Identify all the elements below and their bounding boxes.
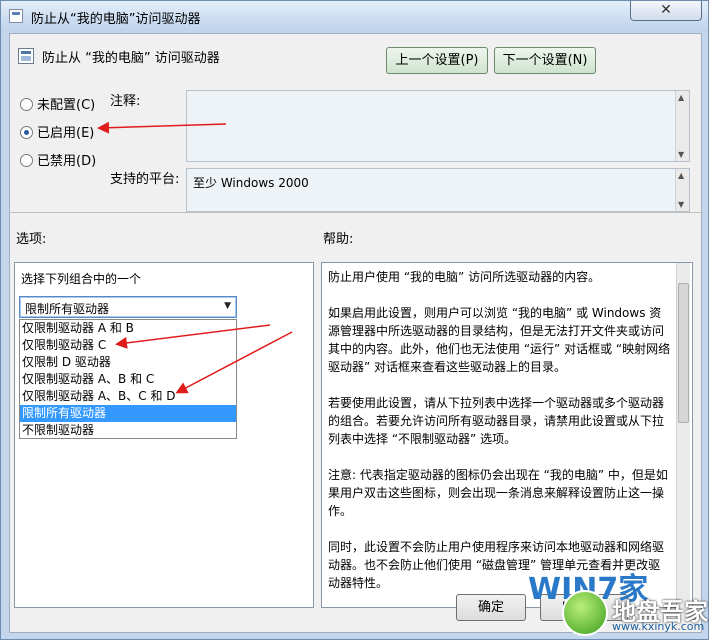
help-label: 帮助: [323,232,354,247]
group-label: 选择下列组合中的一个 [21,272,142,286]
drive-dropdown-list: 仅限制驱动器 A 和 B 仅限制驱动器 C 仅限制 D 驱动器 仅限制驱动器 A… [19,319,237,439]
scroll-up-icon[interactable]: ▲ [678,93,684,102]
scroll-down-icon[interactable]: ▼ [678,150,684,159]
drive-select[interactable]: 限制所有驱动器 ▼ [19,296,237,318]
ok-button[interactable]: 确定 [456,594,526,621]
close-button[interactable]: ✕ [630,1,702,21]
dropdown-option[interactable]: 仅限制驱动器 A、B 和 C [20,371,236,388]
help-paragraph: 防止用户使用 “我的电脑” 访问所选驱动器的内容。 [328,270,601,284]
scroll-up-icon[interactable]: ▲ [678,171,684,180]
dropdown-option[interactable]: 仅限制驱动器 A 和 B [20,320,236,337]
platform-value: 至少 Windows 2000 [193,176,309,190]
comment-scrollbar[interactable]: ▲ ▼ [675,91,689,161]
radio-not-configured[interactable]: 未配置(C) [20,94,95,113]
section-divider [10,212,703,213]
radio-label: 已启用(E) [37,126,95,141]
prev-setting-button[interactable]: 上一个设置(P) [386,47,488,74]
dialog-client: 防止从 “我的电脑” 访问驱动器 上一个设置(P) 下一个设置(N) 未配置(C… [9,33,703,633]
dropdown-option[interactable]: 仅限制驱动器 C [20,337,236,354]
platform-field: 至少 Windows 2000 ▲ ▼ [186,168,690,212]
policy-icon [18,48,34,64]
options-label: 选项: [16,232,47,247]
radio-icon [20,154,33,167]
radio-label: 未配置(C) [37,98,96,113]
drive-select-value: 限制所有驱动器 [25,302,110,316]
help-text: 防止用户使用 “我的电脑” 访问所选驱动器的内容。 如果启用此设置，则用户可以浏… [324,266,676,606]
next-setting-button[interactable]: 下一个设置(N) [494,47,596,74]
policy-name: 防止从 “我的电脑” 访问驱动器 [42,51,220,66]
help-scrollbar[interactable] [676,263,690,608]
comment-label: 注释: [110,94,141,109]
help-paragraph: 若要使用此设置，请从下拉列表中选择一个驱动器或多个驱动器的组合。若要允许访问所有… [328,396,665,446]
dropdown-option-selected[interactable]: 限制所有驱动器 [20,405,236,422]
app-icon [9,9,23,23]
dropdown-option[interactable]: 不限制驱动器 [20,422,236,439]
watermark-url: www.kxinyk.com [612,620,705,633]
dropdown-option[interactable]: 仅限制 D 驱动器 [20,354,236,371]
site-watermark: WIN7家 地盘吾家 www.kxinyk.com [520,560,709,640]
comment-field[interactable]: ▲ ▼ [186,90,690,162]
window-title: 防止从“我的电脑”访问驱动器 [31,12,201,27]
radio-disabled[interactable]: 已禁用(D) [20,150,96,169]
close-icon: ✕ [660,2,672,18]
radio-icon [20,98,33,111]
dropdown-option[interactable]: 仅限制驱动器 A、B、C 和 D [20,388,236,405]
radio-label: 已禁用(D) [37,154,97,169]
platform-scrollbar[interactable]: ▲ ▼ [675,169,689,211]
help-paragraph: 如果启用此设置，则用户可以浏览 “我的电脑” 或 Windows 资源管理器中所… [328,306,671,374]
radio-enabled[interactable]: 已启用(E) [20,122,94,141]
watermark-logo-icon [562,590,608,636]
dialog-window: 防止从“我的电脑”访问驱动器 ✕ 防止从 “我的电脑” 访问驱动器 上一个设置(… [0,0,709,640]
title-bar[interactable]: 防止从“我的电脑”访问驱动器 ✕ [1,1,708,31]
scroll-down-icon[interactable]: ▼ [678,200,684,209]
radio-checked-icon [20,126,33,139]
scroll-thumb[interactable] [678,283,689,423]
platform-label: 支持的平台: [110,172,180,187]
chevron-down-icon[interactable]: ▼ [224,301,231,311]
help-paragraph: 注意: 代表指定驱动器的图标仍会出现在 “我的电脑” 中，但是如果用户双击这些图… [328,468,668,518]
